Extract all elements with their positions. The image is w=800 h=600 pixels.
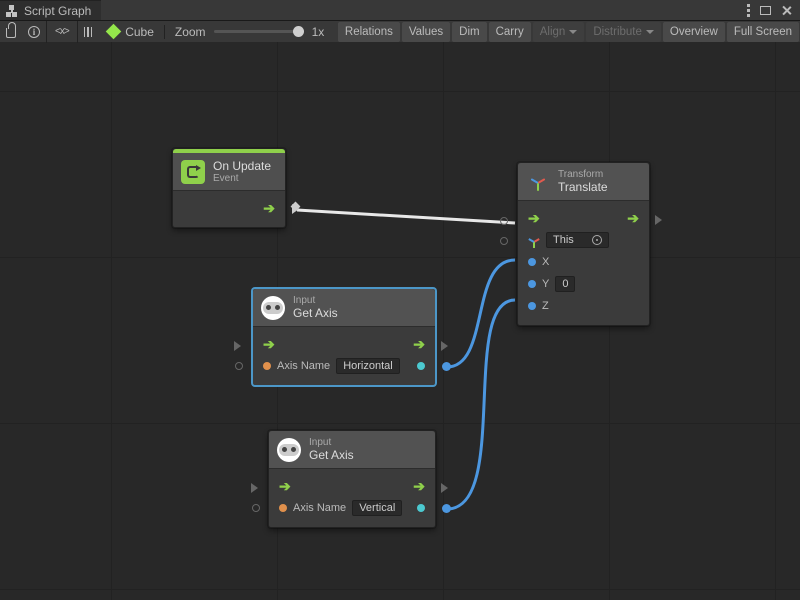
port-flow-out[interactable] xyxy=(292,204,299,214)
param-z: Z xyxy=(542,300,549,312)
node-translate[interactable]: Transform Translate ➔ ➔ This X Y0 Z xyxy=(517,162,650,326)
node-title: Get Axis xyxy=(293,306,425,320)
flow-out-icon: ➔ xyxy=(627,210,639,227)
info-button[interactable]: i xyxy=(22,21,46,43)
param-label: Axis Name xyxy=(293,502,346,514)
target-object[interactable]: Cube xyxy=(98,25,165,39)
lock-icon xyxy=(6,28,16,38)
code-button[interactable]: <x> xyxy=(46,21,78,43)
chevron-down-icon xyxy=(646,30,654,34)
port-target-ext[interactable] xyxy=(500,237,508,245)
port-flow-out-ext[interactable] xyxy=(655,215,662,225)
port-flow-in-ext[interactable] xyxy=(500,217,508,225)
node-on-update[interactable]: On Update Event ➔ xyxy=(172,148,286,228)
target-icon xyxy=(592,235,602,245)
input-icon xyxy=(277,438,301,462)
toggle-relations[interactable]: Relations xyxy=(338,22,400,42)
toggle-fullscreen[interactable]: Full Screen xyxy=(727,22,799,42)
scriptgraph-icon xyxy=(6,5,18,17)
param-label: Axis Name xyxy=(277,360,330,372)
transform-icon xyxy=(526,170,550,194)
maximize-icon[interactable] xyxy=(760,6,771,15)
node-header[interactable]: Input Get Axis xyxy=(269,431,435,468)
flow-in-icon: ➔ xyxy=(279,478,291,495)
toggle-overview[interactable]: Overview xyxy=(663,22,725,42)
fence-button[interactable] xyxy=(78,21,99,43)
node-subtitle: Input xyxy=(309,437,425,448)
param-x: X xyxy=(542,256,549,268)
toolbar: i <x> Cube Zoom 1x Relations Values Dim … xyxy=(0,20,800,42)
target-field[interactable]: This xyxy=(546,232,609,248)
port-dot xyxy=(279,504,287,512)
code-icon: <x> xyxy=(55,26,69,37)
zoom-slider[interactable] xyxy=(214,30,304,33)
flow-in-icon: ➔ xyxy=(528,210,540,227)
port-dot xyxy=(417,362,425,370)
port-flow-in-ext[interactable] xyxy=(234,341,241,351)
flow-out-icon: ➔ xyxy=(263,200,275,217)
node-title: On Update xyxy=(213,159,275,173)
port-value-in-ext[interactable] xyxy=(235,362,243,370)
lock-button[interactable] xyxy=(0,21,22,43)
zoom-value: 1x xyxy=(312,25,325,39)
port-value-in-ext[interactable] xyxy=(252,504,260,512)
flow-in-icon: ➔ xyxy=(263,336,275,353)
zoom-control: Zoom 1x xyxy=(165,25,334,39)
flow-out-icon: ➔ xyxy=(413,336,425,353)
title-bar: Script Graph xyxy=(0,0,800,20)
zoom-knob[interactable] xyxy=(293,26,304,37)
menu-icon[interactable] xyxy=(747,4,750,17)
y-field[interactable]: 0 xyxy=(555,276,575,292)
event-icon xyxy=(181,160,205,184)
node-get-axis-vertical[interactable]: Input Get Axis ➔ ➔ Axis Name Vertical xyxy=(268,430,436,528)
node-title: Translate xyxy=(558,180,639,194)
object-name: Cube xyxy=(125,25,154,39)
input-icon xyxy=(261,296,285,320)
close-icon[interactable] xyxy=(781,5,792,16)
node-subtitle: Event xyxy=(213,173,275,184)
graph-canvas[interactable]: On Update Event ➔ Input Get Axis ➔ ➔ Axis… xyxy=(0,42,800,600)
port-value-out-ext[interactable] xyxy=(442,362,451,371)
node-header[interactable]: Transform Translate xyxy=(518,163,649,200)
port-dot xyxy=(528,280,536,288)
port-flow-out-ext[interactable] xyxy=(441,341,448,351)
port-dot xyxy=(528,258,536,266)
fence-icon xyxy=(84,27,93,37)
info-icon: i xyxy=(28,26,40,38)
node-get-axis-horizontal[interactable]: Input Get Axis ➔ ➔ Axis Name Horizontal xyxy=(252,288,436,386)
window-title: Script Graph xyxy=(24,4,91,18)
node-header[interactable]: Input Get Axis xyxy=(253,289,435,326)
flow-out-icon: ➔ xyxy=(413,478,425,495)
axis-name-field[interactable]: Horizontal xyxy=(336,358,400,374)
port-dot xyxy=(528,302,536,310)
port-flow-in-ext[interactable] xyxy=(251,483,258,493)
node-title: Get Axis xyxy=(309,448,425,462)
window-tab[interactable]: Script Graph xyxy=(0,0,101,20)
axis-name-field[interactable]: Vertical xyxy=(352,500,402,516)
node-header[interactable]: On Update Event xyxy=(173,149,285,190)
port-dot xyxy=(263,362,271,370)
toggle-dim[interactable]: Dim xyxy=(452,22,486,42)
toggle-carry[interactable]: Carry xyxy=(489,22,531,42)
param-y: Y xyxy=(542,278,549,290)
axis-icon xyxy=(528,235,540,247)
zoom-label: Zoom xyxy=(175,25,206,39)
port-dot xyxy=(417,504,425,512)
node-subtitle: Transform xyxy=(558,169,639,180)
port-flow-out-ext[interactable] xyxy=(441,483,448,493)
toggle-distribute[interactable]: Distribute xyxy=(586,22,661,42)
toggle-align[interactable]: Align xyxy=(533,22,585,42)
node-subtitle: Input xyxy=(293,295,425,306)
port-value-out-ext[interactable] xyxy=(442,504,451,513)
toggle-values[interactable]: Values xyxy=(402,22,450,42)
cube-icon xyxy=(106,24,122,40)
chevron-down-icon xyxy=(569,30,577,34)
